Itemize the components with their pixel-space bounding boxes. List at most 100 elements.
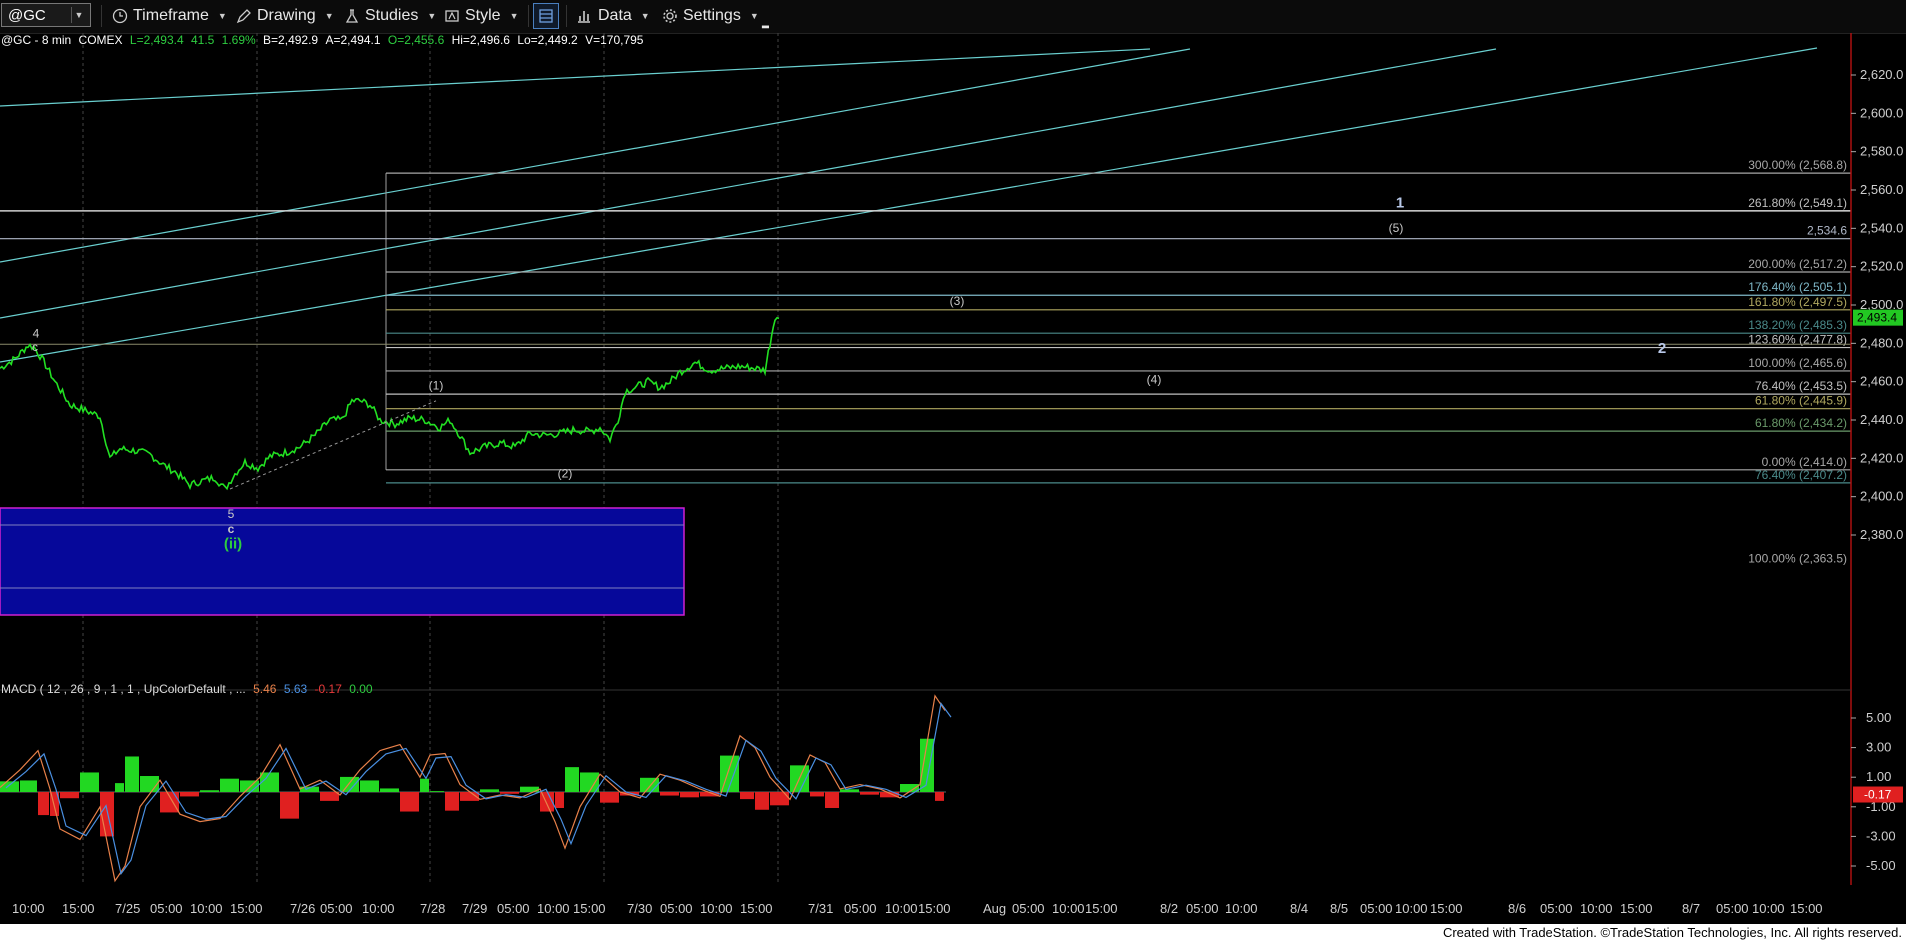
settings-menu[interactable]: Settings ▼: [662, 5, 759, 27]
wave-labels: 4c(1)(2)5c(ii)(3)(4)(5)12: [32, 194, 1666, 552]
time-axis-label: 05:00: [1716, 901, 1749, 916]
trend-line: [0, 48, 1497, 319]
time-axis-label: 05:00: [1186, 901, 1219, 916]
chevron-down-icon[interactable]: ▼: [71, 7, 86, 23]
time-axis-label: 10:00: [12, 901, 45, 916]
macd-hist-bar: [840, 789, 859, 792]
time-axis-label: 15:00: [230, 901, 263, 916]
layout-button[interactable]: [533, 3, 559, 29]
fib-label: 61.80% (2,434.2): [1755, 416, 1847, 430]
overflow-icon[interactable]: ▂: [762, 12, 769, 34]
macd-hist-bar: [680, 792, 699, 798]
macd-hist-bar: [640, 777, 659, 792]
divider: [566, 5, 567, 27]
macd-hist-bar: [140, 776, 159, 792]
fib-label: 0.00% (2,414.0): [1762, 455, 1847, 469]
chevron-down-icon: ▼: [509, 11, 519, 21]
fib-label: 138.20% (2,485.3): [1748, 318, 1847, 332]
chevron-down-icon: ▼: [217, 11, 227, 21]
time-axis-label: 05:00: [150, 901, 183, 916]
studies-menu[interactable]: Studies ▼: [344, 5, 436, 27]
fib-label: 161.80% (2,497.5): [1748, 295, 1847, 309]
time-axis-label: 10:00: [537, 901, 570, 916]
fib-label: 2,534.6: [1807, 224, 1847, 238]
time-axis-label: 15:00: [1430, 901, 1463, 916]
time-axis-label: 15:00: [573, 901, 606, 916]
macd-hist-bar: [380, 788, 399, 792]
last-price-text: 2,493.4: [1857, 311, 1897, 325]
macd-hist-bar: [810, 792, 824, 797]
fib-label: 100.00% (2,465.6): [1748, 356, 1847, 370]
axis-label: 2,420.0: [1860, 450, 1903, 465]
macd-hist-bar: [500, 792, 519, 794]
time-axis-label: 7/29: [462, 901, 487, 916]
chevron-down-icon: ▼: [640, 11, 650, 21]
trend-lines: [0, 47, 1818, 363]
wave-label: 2: [1658, 340, 1666, 357]
symbol-input[interactable]: @GC ▼: [1, 3, 91, 27]
consolidation-rect: [0, 507, 685, 616]
copyright-text: Created with TradeStation. ©TradeStation…: [1442, 925, 1902, 940]
macd-hist-bar: [115, 783, 124, 792]
macd-hist-bar: [20, 780, 37, 792]
data-menu[interactable]: Data ▼: [576, 5, 650, 27]
macd-hist-bar: [480, 789, 499, 792]
macd-value-3: -0.17: [314, 682, 342, 696]
time-axis-label: 05:00: [320, 901, 353, 916]
style-menu[interactable]: Style ▼: [444, 5, 519, 27]
divider: [101, 5, 102, 27]
time-axis-label: 8/6: [1508, 901, 1526, 916]
macd-hist-bar: [220, 778, 239, 792]
time-axis-label: 15:00: [1790, 901, 1823, 916]
time-axis-label: 10:00: [1395, 901, 1428, 916]
macd-hist-bar: [0, 781, 19, 792]
fib-label: 100.00% (2,363.5): [1748, 552, 1847, 566]
timeframe-menu[interactable]: Timeframe ▼: [112, 5, 227, 27]
time-axis-label: 15:00: [918, 901, 951, 916]
trend-line: [0, 48, 1191, 263]
fib-label: 261.80% (2,549.1): [1748, 196, 1847, 210]
symbol-value: @GC: [8, 6, 46, 24]
trend-line: [0, 47, 1818, 363]
time-axis-label: 10:00: [1225, 901, 1258, 916]
macd-hist-bar: [565, 767, 579, 792]
consolidation-box: [0, 507, 685, 616]
drawing-label: Drawing: [257, 7, 316, 24]
macd-hist-bar: [340, 776, 359, 792]
wave-label: (3): [950, 294, 965, 308]
axis-label: 2,480.0: [1860, 335, 1903, 350]
time-axis-label: 8/7: [1682, 901, 1700, 916]
bar-chart-icon: [578, 11, 590, 23]
fib-label: 76.40% (2,453.5): [1755, 379, 1847, 393]
time-axis-label: 10:00: [885, 901, 918, 916]
macd-hist-bar: [320, 792, 339, 801]
macd-hist-bar: [60, 792, 79, 799]
time-axis-label: 8/5: [1330, 901, 1348, 916]
time-axis-label: 10:00: [700, 901, 733, 916]
price-chart[interactable]: 300.00% (2,568.8) 261.80% (2,549.1) 2,534.…: [0, 33, 1906, 924]
data-label: Data: [598, 7, 632, 24]
macd-hist-bar: [260, 772, 279, 792]
wave-label: c: [228, 522, 235, 536]
axis-label: 2,520.0: [1860, 259, 1903, 274]
macd-hist-bar: [860, 792, 879, 795]
timeframe-label: Timeframe: [133, 7, 209, 24]
macd-hist-bar: [360, 780, 379, 792]
drawing-menu[interactable]: Drawing ▼: [236, 5, 334, 27]
macd-hist-bar: [600, 792, 619, 803]
macd-hist-bar: [420, 778, 429, 792]
wave-label: (1): [429, 378, 444, 392]
axis-label: 2,540.0: [1860, 220, 1903, 235]
time-axis-label: 05:00: [1012, 901, 1045, 916]
time-axis-label: 15:00: [1085, 901, 1118, 916]
layout-icon: [539, 9, 553, 23]
macd-panel: 5.003.001.00-1.00-3.00-5.00-0.17: [0, 689, 1903, 883]
axis-label: 2,560.0: [1860, 182, 1903, 197]
time-axis-label: 7/31: [808, 901, 833, 916]
fib-label: 200.00% (2,517.2): [1748, 257, 1847, 271]
style-label: Style: [465, 7, 501, 24]
macd-hist-bar: [180, 792, 199, 797]
time-axis-label: 7/30: [627, 901, 652, 916]
macd-hist-bar: [660, 792, 679, 796]
macd-hist-bar: [770, 792, 789, 806]
